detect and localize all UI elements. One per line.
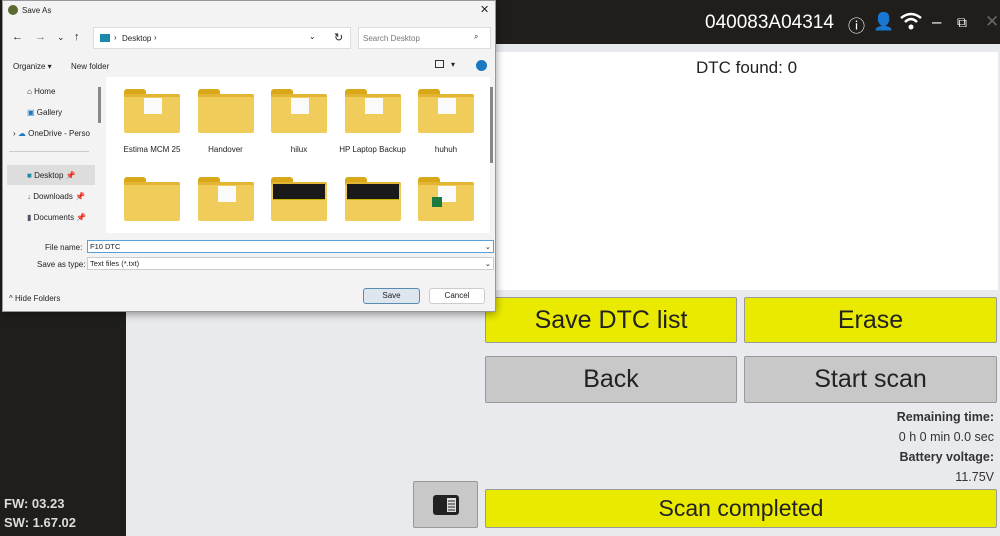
search-input[interactable]: Search Desktop ⌕ bbox=[358, 27, 491, 49]
refresh-icon[interactable]: ↻ bbox=[334, 31, 343, 44]
battery-voltage-value: 11.75V bbox=[955, 470, 994, 484]
chevron-down-icon[interactable]: ⌄ bbox=[57, 32, 65, 43]
info-icon[interactable]: ⓘ bbox=[848, 12, 865, 37]
folder-icon[interactable] bbox=[271, 89, 327, 133]
erase-button[interactable]: Erase bbox=[744, 297, 997, 343]
toggle-panel-button[interactable] bbox=[413, 481, 478, 528]
nav-pane: ⌂ Home ▣ Gallery › ☁ OneDrive - Perso ■ … bbox=[5, 77, 101, 233]
chevron-down-icon[interactable]: ⌄ bbox=[309, 32, 316, 41]
dialog-title: Save As bbox=[22, 6, 52, 15]
pin-icon: 📌 bbox=[65, 171, 76, 180]
folder-icon[interactable] bbox=[344, 89, 401, 133]
back-arrow-icon[interactable]: ← bbox=[12, 31, 23, 43]
nav-item-home[interactable]: ⌂ Home bbox=[27, 87, 55, 96]
save-as-dialog: Save As ✕ ← → ⌄ ↑ › Desktop › ⌄ ↻ Search… bbox=[2, 0, 496, 312]
organize-button[interactable]: Organize ▾ bbox=[13, 62, 52, 71]
user-icon[interactable]: 👤 bbox=[873, 12, 894, 32]
app-icon bbox=[8, 5, 18, 15]
documents-icon: ▮ bbox=[27, 213, 34, 222]
folder-name[interactable]: HP Laptop Backup bbox=[338, 145, 408, 154]
dtc-count: DTC found: 0 bbox=[695, 58, 798, 77]
folder-icon[interactable] bbox=[197, 89, 254, 133]
folder-icon[interactable] bbox=[197, 177, 254, 221]
folder-icon[interactable] bbox=[124, 177, 180, 221]
folder-icon[interactable] bbox=[124, 89, 180, 133]
folder-name[interactable]: huhuh bbox=[406, 145, 486, 154]
cloud-icon: ☁ bbox=[17, 129, 26, 138]
save-as-type-select[interactable]: Text files (*.txt) ⌄ bbox=[87, 257, 494, 270]
nav-item-documents[interactable]: ▮ Documents 📌 bbox=[27, 213, 86, 222]
file-name-label: File name: bbox=[45, 243, 83, 252]
device-serial: 040083A04314 bbox=[705, 12, 834, 33]
new-folder-button[interactable]: New folder bbox=[71, 62, 109, 71]
pin-icon: 📌 bbox=[75, 192, 86, 201]
divider bbox=[9, 151, 89, 152]
remaining-time-value: 0 h 0 min 0.0 sec bbox=[898, 430, 994, 444]
restore-icon[interactable]: ⧉ bbox=[957, 14, 967, 31]
remaining-time-label: Remaining time: bbox=[896, 410, 994, 424]
dtc-panel: DTC found: 0 bbox=[495, 52, 998, 290]
folder-name[interactable]: Handover bbox=[186, 145, 266, 154]
nav-item-gallery[interactable]: ▣ Gallery bbox=[27, 108, 62, 117]
view-icon[interactable] bbox=[435, 60, 444, 68]
up-arrow-icon[interactable]: ↑ bbox=[74, 31, 80, 43]
battery-voltage-label: Battery voltage: bbox=[899, 450, 994, 464]
start-scan-button[interactable]: Start scan bbox=[744, 356, 997, 403]
minimize-icon[interactable]: – bbox=[932, 12, 941, 32]
folder-icon[interactable] bbox=[344, 177, 401, 221]
folder-icon[interactable] bbox=[418, 89, 474, 133]
file-grid: Estima MCM 25 Handover hilux HP Laptop Back… bbox=[106, 77, 490, 233]
folder-icon[interactable] bbox=[418, 177, 474, 221]
back-button[interactable]: Back bbox=[485, 356, 737, 403]
search-icon: ⌕ bbox=[474, 32, 479, 41]
gallery-icon: ▣ bbox=[27, 108, 37, 117]
nav-scrollbar[interactable] bbox=[98, 87, 101, 123]
software-version: SW: 1.67.02 bbox=[4, 515, 77, 530]
status-bar: Scan completed bbox=[485, 489, 997, 528]
desktop-icon: ■ bbox=[27, 171, 35, 180]
nav-item-downloads[interactable]: ↓ Downloads 📌 bbox=[27, 192, 85, 201]
folder-icon[interactable] bbox=[271, 177, 327, 221]
file-name-input[interactable]: F10 DTC ⌄ bbox=[87, 240, 494, 253]
panel-icon bbox=[432, 494, 459, 515]
folder-name[interactable]: Estima MCM 25 bbox=[112, 145, 192, 154]
address-bar[interactable]: › Desktop › ⌄ ↻ bbox=[93, 27, 351, 49]
desktop-icon bbox=[100, 34, 110, 42]
chevron-down-icon[interactable]: ▾ bbox=[451, 60, 455, 69]
hide-folders-button[interactable]: ^ Hide Folders bbox=[9, 294, 60, 303]
help-icon[interactable] bbox=[476, 60, 487, 71]
forward-arrow-icon[interactable]: → bbox=[35, 31, 46, 43]
nav-item-onedrive[interactable]: › ☁ OneDrive - Perso bbox=[13, 129, 101, 138]
cancel-button[interactable]: Cancel bbox=[429, 288, 485, 304]
close-icon[interactable]: ✕ bbox=[985, 12, 999, 32]
folder-name[interactable]: hilux bbox=[259, 145, 339, 154]
breadcrumb[interactable]: Desktop bbox=[122, 34, 151, 43]
firmware-version: FW: 03.23 bbox=[4, 496, 65, 511]
home-icon: ⌂ bbox=[27, 87, 35, 96]
save-as-type-label: Save as type: bbox=[37, 260, 86, 269]
close-icon[interactable]: ✕ bbox=[480, 3, 489, 16]
save-button[interactable]: Save bbox=[363, 288, 420, 304]
nav-item-desktop[interactable]: ■ Desktop 📌 bbox=[27, 171, 76, 180]
wifi-icon[interactable] bbox=[900, 12, 922, 30]
file-scrollbar[interactable] bbox=[490, 87, 493, 163]
save-dtc-list-button[interactable]: Save DTC list bbox=[485, 297, 737, 343]
search-placeholder: Search Desktop bbox=[363, 34, 420, 43]
pin-icon: 📌 bbox=[76, 213, 87, 222]
